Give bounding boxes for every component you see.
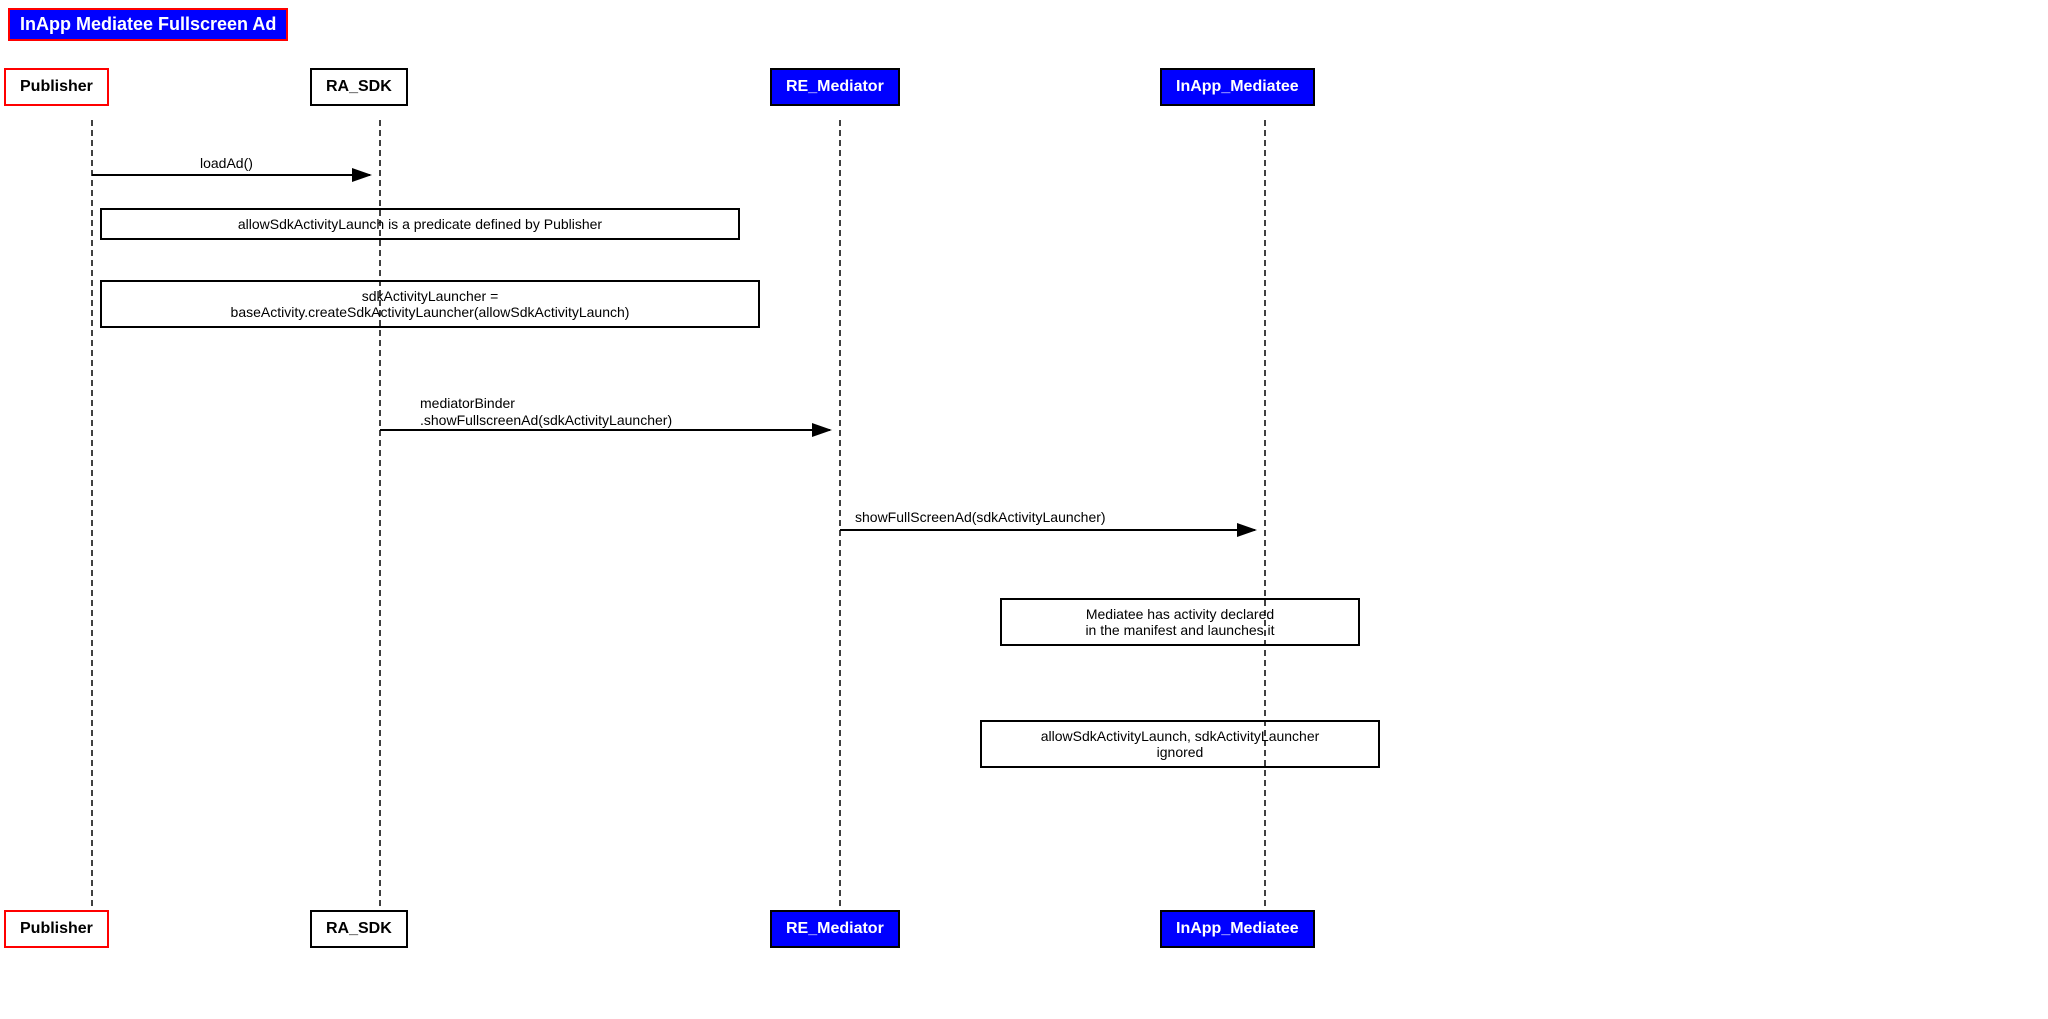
mediatee-note: Mediatee has activity declared in the ma… (1000, 598, 1360, 646)
participant-publisher-bottom: Publisher (4, 910, 109, 948)
svg-text:loadAd(): loadAd() (200, 155, 253, 171)
svg-text:showFullScreenAd(sdkActivityLa: showFullScreenAd(sdkActivityLauncher) (855, 509, 1106, 525)
participant-remediator-bottom: RE_Mediator (770, 910, 900, 948)
participant-rasdk-top: RA_SDK (310, 68, 408, 106)
participant-publisher-top: Publisher (4, 68, 109, 106)
sdk-activity-launcher-note: sdkActivityLauncher = baseActivity.creat… (100, 280, 760, 328)
svg-text:.showFullscreenAd(sdkActivityL: .showFullscreenAd(sdkActivityLauncher) (420, 412, 672, 428)
allow-sdk-note: allowSdkActivityLaunch is a predicate de… (100, 208, 740, 240)
participant-inapp-top: InApp_Mediatee (1160, 68, 1315, 106)
participant-inapp-bottom: InApp_Mediatee (1160, 910, 1315, 948)
diagram-svg: loadAd() mediatorBinder .showFullscreenA… (0, 0, 2048, 1019)
diagram-title: InApp Mediatee Fullscreen Ad (8, 8, 288, 41)
allow-sdk-ignored-note: allowSdkActivityLaunch, sdkActivityLaunc… (980, 720, 1380, 768)
participant-rasdk-bottom: RA_SDK (310, 910, 408, 948)
svg-text:mediatorBinder: mediatorBinder (420, 395, 515, 411)
diagram-container: InApp Mediatee Fullscreen Ad Publisher R… (0, 0, 2048, 1019)
participant-remediator-top: RE_Mediator (770, 68, 900, 106)
